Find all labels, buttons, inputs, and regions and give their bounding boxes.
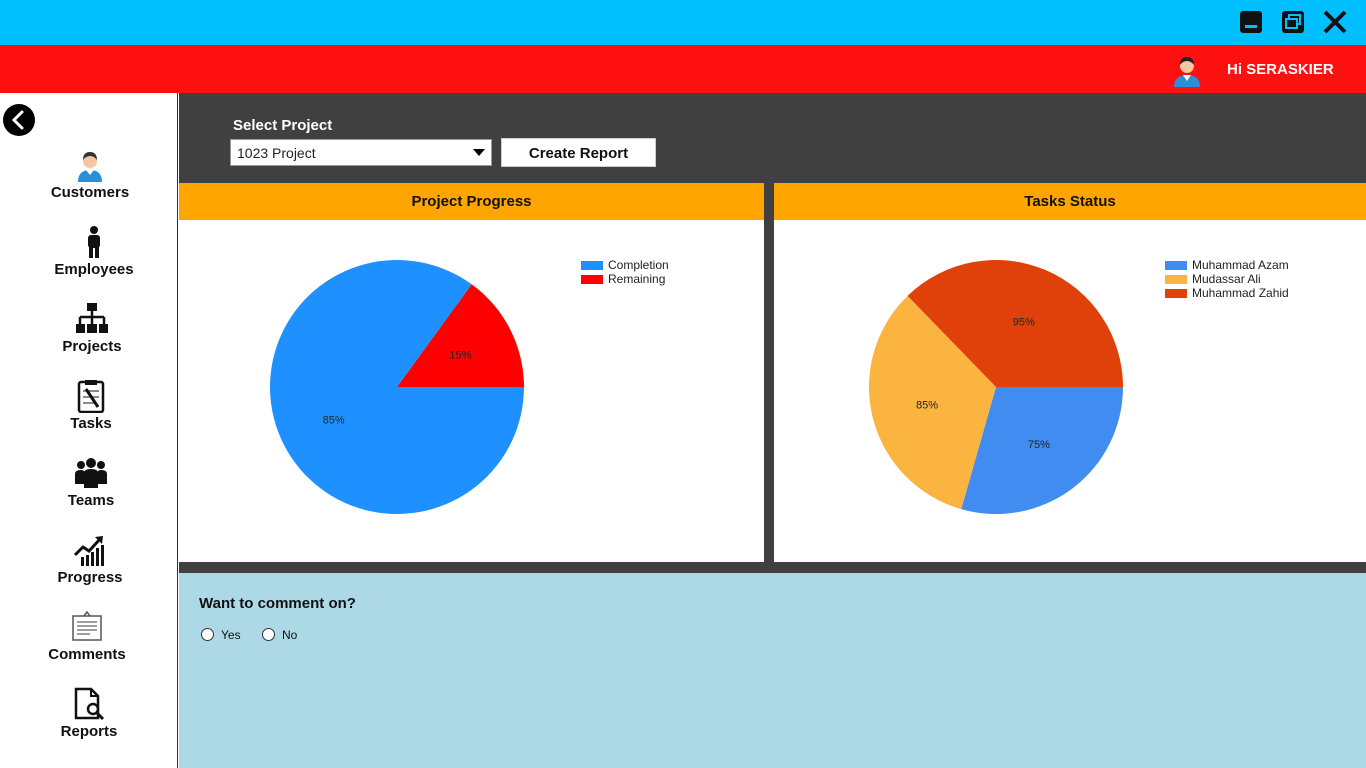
legend-item: Remaining — [581, 272, 669, 286]
legend-label: Mudassar Ali — [1192, 272, 1261, 286]
team-icon — [75, 458, 107, 488]
legend-swatch — [581, 261, 603, 270]
legend-item: Completion — [581, 258, 669, 272]
slice-value-label: 75% — [1028, 439, 1050, 451]
greeting-text: Hi SERASKIER — [1227, 61, 1334, 78]
report-search-icon — [74, 687, 105, 721]
sidebar-item-label: Tasks — [70, 415, 112, 432]
sidebar-item-projects[interactable]: Projects — [17, 302, 167, 355]
sidebar-item-label: Projects — [62, 338, 122, 355]
create-report-button[interactable]: Create Report — [501, 138, 656, 167]
legend-label: Remaining — [608, 272, 666, 286]
sidebar-item-label: Employees — [54, 261, 134, 278]
project-progress-chart: 15% 85% — [270, 260, 524, 514]
legend-swatch — [581, 275, 603, 284]
panel-title: Tasks Status — [774, 183, 1366, 220]
sidebar-item-reports[interactable]: Reports — [14, 687, 164, 740]
legend-item: Muhammad Zahid — [1165, 286, 1289, 300]
growth-chart-icon — [73, 536, 104, 566]
legend-swatch — [1165, 275, 1187, 284]
legend-swatch — [1165, 289, 1187, 298]
sidebar-item-customers[interactable]: Customers — [15, 148, 165, 201]
chevron-down-icon — [473, 149, 485, 156]
radio-label: No — [282, 628, 298, 642]
radio-yes[interactable]: Yes — [201, 627, 251, 643]
clipboard-icon — [77, 380, 105, 413]
legend-item: Mudassar Ali — [1165, 272, 1289, 286]
legend-item: Muhammad Azam — [1165, 258, 1289, 272]
sidebar-item-comments[interactable]: Comments — [12, 610, 162, 663]
sidebar-item-label: Reports — [60, 723, 118, 740]
legend-label: Completion — [608, 258, 669, 272]
project-progress-panel: Project Progress 15% 85% Completion Remain… — [179, 183, 764, 562]
slice-value-label: 85% — [916, 399, 938, 411]
back-arrow-icon[interactable] — [3, 104, 35, 136]
employee-icon — [88, 226, 100, 258]
header-bar — [0, 45, 1366, 93]
sidebar-item-progress[interactable]: Progress — [15, 533, 165, 586]
legend-label: Muhammad Azam — [1192, 258, 1289, 272]
panel-title: Project Progress — [179, 183, 764, 220]
slice-value-label: 85% — [323, 414, 345, 426]
sidebar-item-employees[interactable]: Employees — [19, 225, 169, 278]
hierarchy-icon — [76, 303, 108, 333]
sidebar-item-label: Teams — [67, 492, 115, 509]
sidebar-item-label: Customers — [50, 184, 130, 201]
chart-legend: Completion Remaining — [581, 258, 669, 286]
legend-swatch — [1165, 261, 1187, 270]
section-divider — [179, 562, 1366, 573]
radio-label: Yes — [221, 628, 241, 642]
tasks-status-panel: Tasks Status 75% 85% 95% Muhammad Azam Muda… — [774, 183, 1366, 562]
radio-button[interactable] — [262, 628, 275, 641]
comment-board-icon — [72, 610, 102, 641]
select-project-label: Select Project — [233, 117, 333, 134]
title-bar — [0, 0, 1366, 45]
sidebar-item-label: Progress — [57, 569, 123, 586]
sidebar-item-label: Comments — [48, 646, 126, 663]
sidebar-item-tasks[interactable]: Tasks — [16, 379, 166, 432]
comment-section — [179, 573, 1366, 768]
radio-button[interactable] — [201, 628, 214, 641]
restore-icon[interactable] — [1279, 8, 1307, 36]
slice-value-label: 15% — [449, 350, 471, 362]
sidebar-item-teams[interactable]: Teams — [16, 456, 166, 509]
project-toolbar — [179, 93, 1366, 183]
legend-label: Muhammad Zahid — [1192, 286, 1289, 300]
customer-icon — [78, 152, 102, 182]
project-select-value: 1023 Project — [237, 145, 316, 161]
slice-value-label: 95% — [1013, 317, 1035, 329]
minimize-icon[interactable] — [1237, 8, 1265, 36]
chart-legend: Muhammad Azam Mudassar Ali Muhammad Zahid — [1165, 258, 1289, 300]
panel-divider — [764, 183, 774, 562]
close-icon[interactable] — [1321, 8, 1349, 36]
user-avatar-icon — [1170, 53, 1204, 87]
project-select[interactable]: 1023 Project — [230, 139, 492, 166]
radio-no[interactable]: No — [262, 627, 312, 643]
comment-question: Want to comment on? — [199, 595, 356, 612]
